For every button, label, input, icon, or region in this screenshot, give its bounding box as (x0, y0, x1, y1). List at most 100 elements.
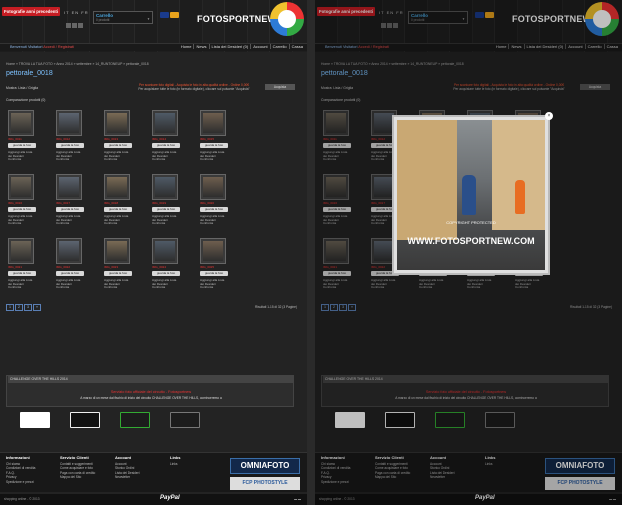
view-photo-button[interactable]: guarda la foto (104, 207, 132, 212)
compare-link[interactable]: Confronta (152, 221, 165, 225)
compare-link[interactable]: Confronta (200, 221, 213, 225)
nav-cart[interactable]: Carrello (269, 44, 289, 49)
omniafoto-banner[interactable]: OMNIAFOTO (230, 458, 300, 474)
photo-code: IMG_0025 (200, 265, 215, 269)
view-photo-button[interactable]: guarda la foto (104, 271, 132, 276)
photo-thumbnail[interactable] (8, 110, 34, 136)
nav-account[interactable]: Account (250, 44, 270, 49)
page-2[interactable]: 2 (15, 304, 23, 311)
top-nav: Benvenuti Visitatori Accedi / Registrati… (0, 43, 307, 51)
footer-title: Links (170, 455, 181, 460)
compare-link[interactable]: Confronta (104, 221, 117, 225)
photo-code: IMG_0014 (152, 137, 167, 141)
view-photo-button[interactable]: guarda la foto (8, 207, 36, 212)
photo-card: IMG_0012 guarda la foto Aggiungi alla List… (52, 106, 98, 166)
view-photo-button[interactable]: guarda la foto (152, 143, 180, 148)
page-1[interactable]: 1 (6, 304, 14, 311)
footer-link[interactable]: Condizioni di vendita (6, 466, 35, 471)
nav-checkout[interactable]: Cassa (288, 44, 305, 49)
photo-thumbnail[interactable] (152, 110, 178, 136)
photo-thumbnail[interactable] (104, 174, 130, 200)
camera-lens-icon (270, 2, 304, 36)
view-photo-button[interactable]: guarda la foto (56, 271, 84, 276)
compare-link[interactable]: Confronta (56, 157, 69, 161)
page-next[interactable]: » (33, 304, 41, 311)
view-photo-button[interactable]: guarda la foto (152, 271, 180, 276)
photo-image (59, 241, 79, 261)
photo-thumbnail[interactable] (152, 174, 178, 200)
photo-thumbnail[interactable] (56, 238, 82, 264)
compare-link[interactable]: Confronta (200, 157, 213, 161)
photo-thumbnail[interactable] (56, 110, 82, 136)
view-photo-button[interactable]: guarda la foto (200, 271, 228, 276)
photo-thumbnail[interactable] (200, 110, 226, 136)
page-3[interactable]: 3 (24, 304, 32, 311)
view-photo-button[interactable]: guarda la foto (200, 143, 228, 148)
compare-link[interactable]: Confronta (8, 285, 21, 289)
currency-tiles[interactable] (66, 23, 84, 29)
photo-thumbnail[interactable] (152, 238, 178, 264)
login-link[interactable]: Accedi / Registrati (43, 45, 74, 49)
view-toggle[interactable]: Mostra: Lista / Griglia (6, 86, 38, 90)
watermark-url: WWW.FOTOSPORTNEW.COM (407, 236, 535, 246)
challenge-headline: Servizio foto ufficiale del circuito - F… (110, 390, 192, 394)
sponsor-logo-3[interactable] (120, 412, 150, 428)
compare-link[interactable]: Comparazione prodotti (0) (6, 98, 45, 102)
photo-thumbnail[interactable] (56, 174, 82, 200)
page-panel-right: Fotografie anni precedenti IT EN FR Carr… (315, 0, 622, 505)
photo-thumbnail[interactable] (104, 110, 130, 136)
photo-code: IMG_0022 (56, 265, 71, 269)
photo-card: IMG_0022 guarda la foto Aggiungi alla List… (52, 234, 98, 294)
photo-thumbnail[interactable] (200, 238, 226, 264)
footer-link[interactable]: Newsletter (115, 475, 139, 480)
view-photo-button[interactable]: guarda la foto (104, 143, 132, 148)
view-photo-button[interactable]: guarda la foto (8, 271, 36, 276)
sponsor-logo-4[interactable] (170, 412, 200, 428)
photo-thumbnail[interactable] (8, 238, 34, 264)
cart-box[interactable]: Carrello 0 prodotti ▼ (93, 11, 153, 24)
results-info: Risultati 1-15 di 32 (3 Pagine) (255, 305, 297, 309)
sponsor-logo-2[interactable] (70, 412, 100, 428)
photo-code: IMG_0012 (56, 137, 71, 141)
breadcrumb[interactable]: Home » TROVA LA TUA FOTO » Anno 2014 » s… (6, 62, 149, 66)
site-logo-text[interactable]: FOTOSPORTNEW (197, 14, 276, 24)
nav-news[interactable]: News (193, 44, 209, 49)
nav-home[interactable]: Home (179, 44, 194, 49)
footer-link[interactable]: Spedizione e prezzi (6, 480, 35, 485)
chevron-down-icon: ▼ (147, 17, 150, 21)
page-title: pettorale_0018 (6, 70, 53, 77)
photo-card: IMG_0019guarda la fotoAggiungi alla List… (148, 170, 194, 230)
photo-lightbox: COPYRIGHT PROTECTED WWW.FOTOSPORTNEW.COM… (392, 112, 553, 275)
language-flags[interactable]: IT EN FR (64, 10, 89, 15)
buy-all-button[interactable]: Acquista (265, 84, 295, 90)
view-photo-button[interactable]: guarda la foto (56, 143, 84, 148)
compare-link[interactable]: Confronta (200, 285, 213, 289)
compare-link[interactable]: Confronta (152, 157, 165, 161)
compare-link[interactable]: Confronta (152, 285, 165, 289)
close-icon[interactable]: × (545, 112, 553, 120)
compare-link[interactable]: Confronta (104, 285, 117, 289)
view-photo-button[interactable]: guarda la foto (8, 143, 36, 148)
photo-thumbnail[interactable] (104, 238, 130, 264)
nav-wishlist[interactable]: Lista dei Desideri (0) (208, 44, 251, 49)
view-photo-button[interactable]: guarda la foto (200, 207, 228, 212)
compare-link[interactable]: Confronta (56, 221, 69, 225)
view-photo-button[interactable]: guarda la foto (152, 207, 180, 212)
view-photo-button[interactable]: guarda la foto (56, 207, 84, 212)
sponsor-logo-1[interactable] (20, 412, 50, 428)
promo-button[interactable]: Fotografie anni precedenti (2, 7, 60, 16)
footer-link[interactable]: Mappa del Sito (60, 475, 95, 480)
notice-line-2: Per acquistare tutte le foto (in formato… (138, 87, 250, 91)
fcp-banner[interactable]: FCP PHOTOSTYLE (230, 477, 300, 490)
compare-link[interactable]: Confronta (56, 285, 69, 289)
compare-link[interactable]: Confronta (8, 221, 21, 225)
compare-link[interactable]: Confronta (104, 157, 117, 161)
photo-thumbnail[interactable] (200, 174, 226, 200)
footer-link[interactable]: Links (170, 462, 180, 467)
visa-icon (160, 12, 169, 18)
compare-link[interactable]: Confronta (8, 157, 21, 161)
watermark-copyright: COPYRIGHT PROTECTED (446, 220, 496, 225)
photo-thumbnail[interactable] (8, 174, 34, 200)
photo-code: IMG_0011 (8, 137, 22, 141)
footer-link[interactable]: Come acquistare e foto (60, 466, 95, 471)
